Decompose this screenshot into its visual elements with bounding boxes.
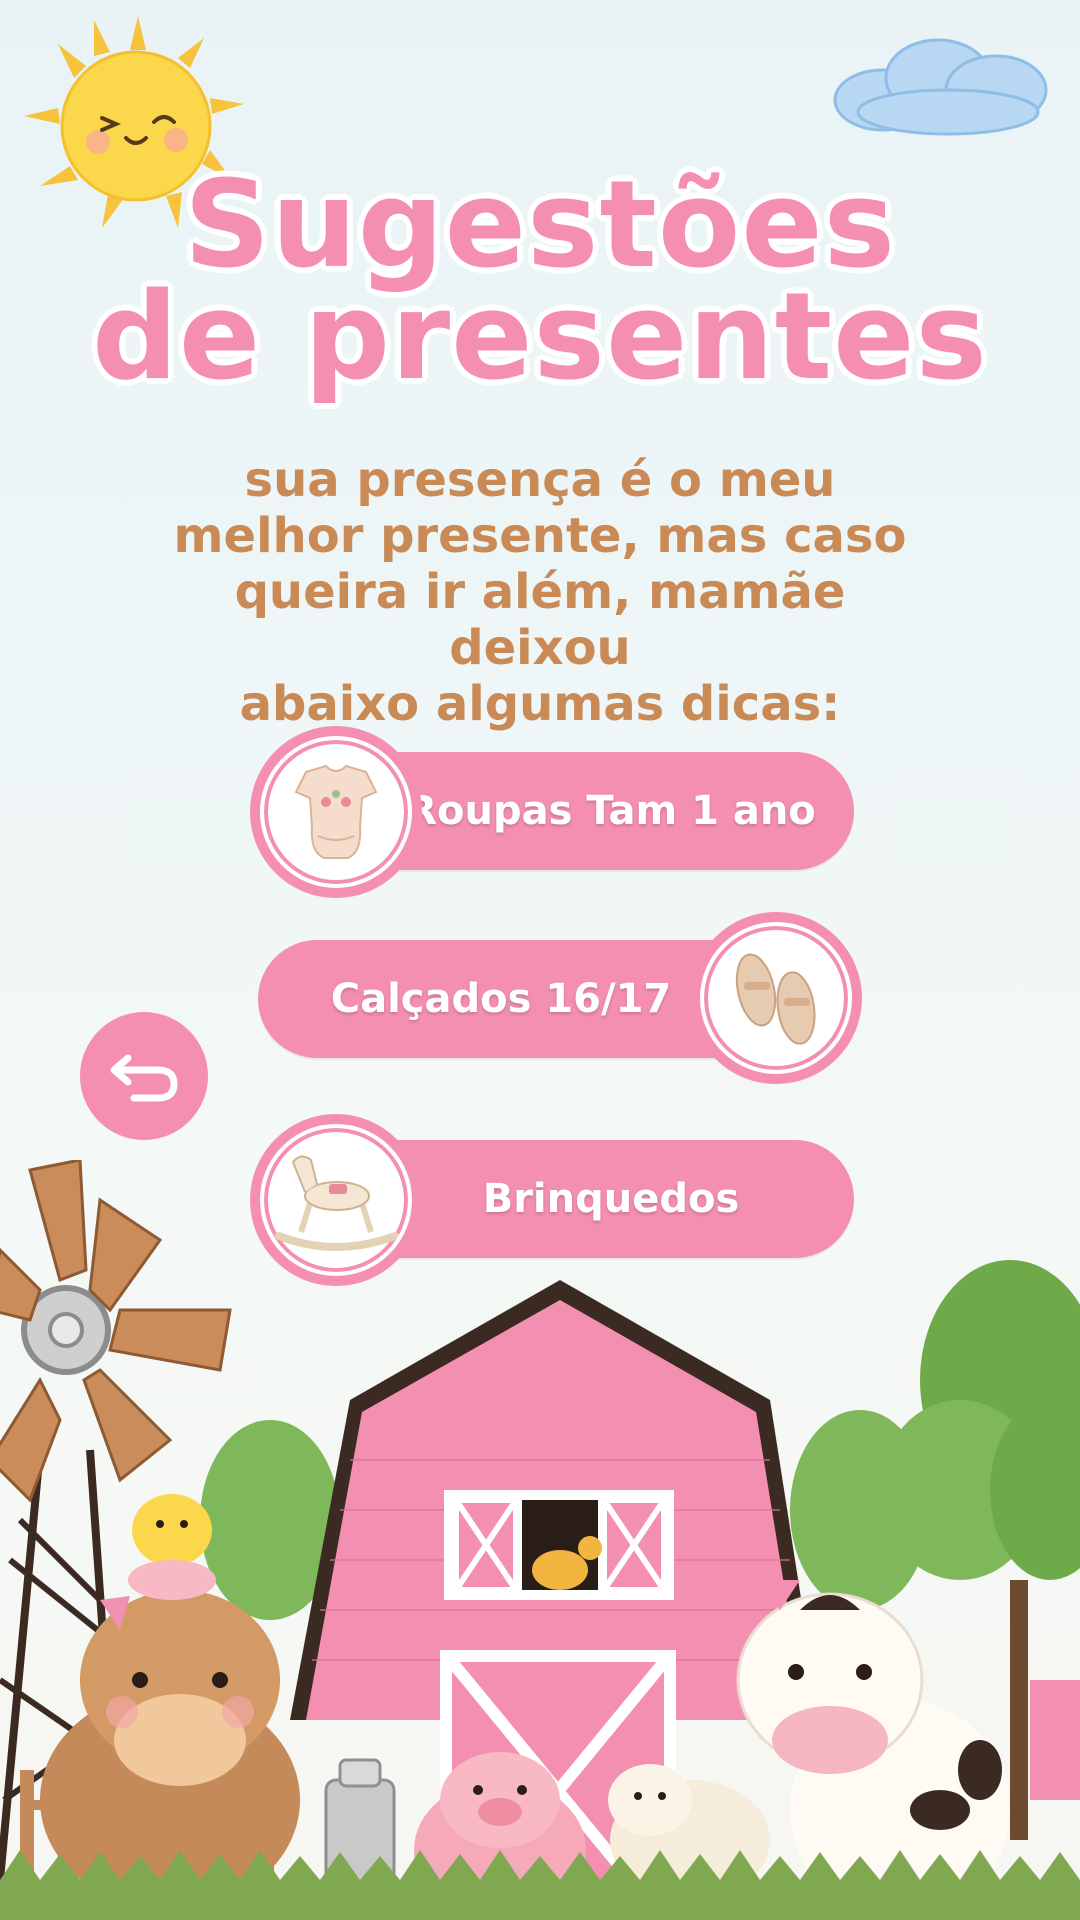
baby-shoes-icon <box>735 953 816 1045</box>
title-line-1: Sugestões <box>183 156 897 295</box>
page-title: Sugestões de presentes <box>0 156 1080 407</box>
option-clothes-badge[interactable] <box>250 726 422 898</box>
cloud-illustration <box>833 38 1048 136</box>
subtitle: sua presença é o meu melhor presente, ma… <box>140 452 940 732</box>
back-button[interactable] <box>80 1012 208 1140</box>
subtitle-line-2: melhor presente, mas caso <box>173 508 907 564</box>
baby-clothes-icon <box>294 764 378 859</box>
title-line-2: de presentes <box>92 268 988 407</box>
subtitle-line-4: abaixo algumas dicas: <box>239 676 841 732</box>
farm-scene-illustration <box>0 1160 1080 1920</box>
option-shoes-label: Calçados 16/17 <box>330 976 672 1022</box>
option-shoes-badge[interactable] <box>690 912 862 1084</box>
back-arrow-icon <box>110 1054 178 1102</box>
subtitle-line-1: sua presença é o meu <box>244 452 836 508</box>
option-clothes-label: Roupas Tam 1 ano <box>406 788 816 834</box>
subtitle-line-3: queira ir além, mamãe deixou <box>234 564 846 676</box>
